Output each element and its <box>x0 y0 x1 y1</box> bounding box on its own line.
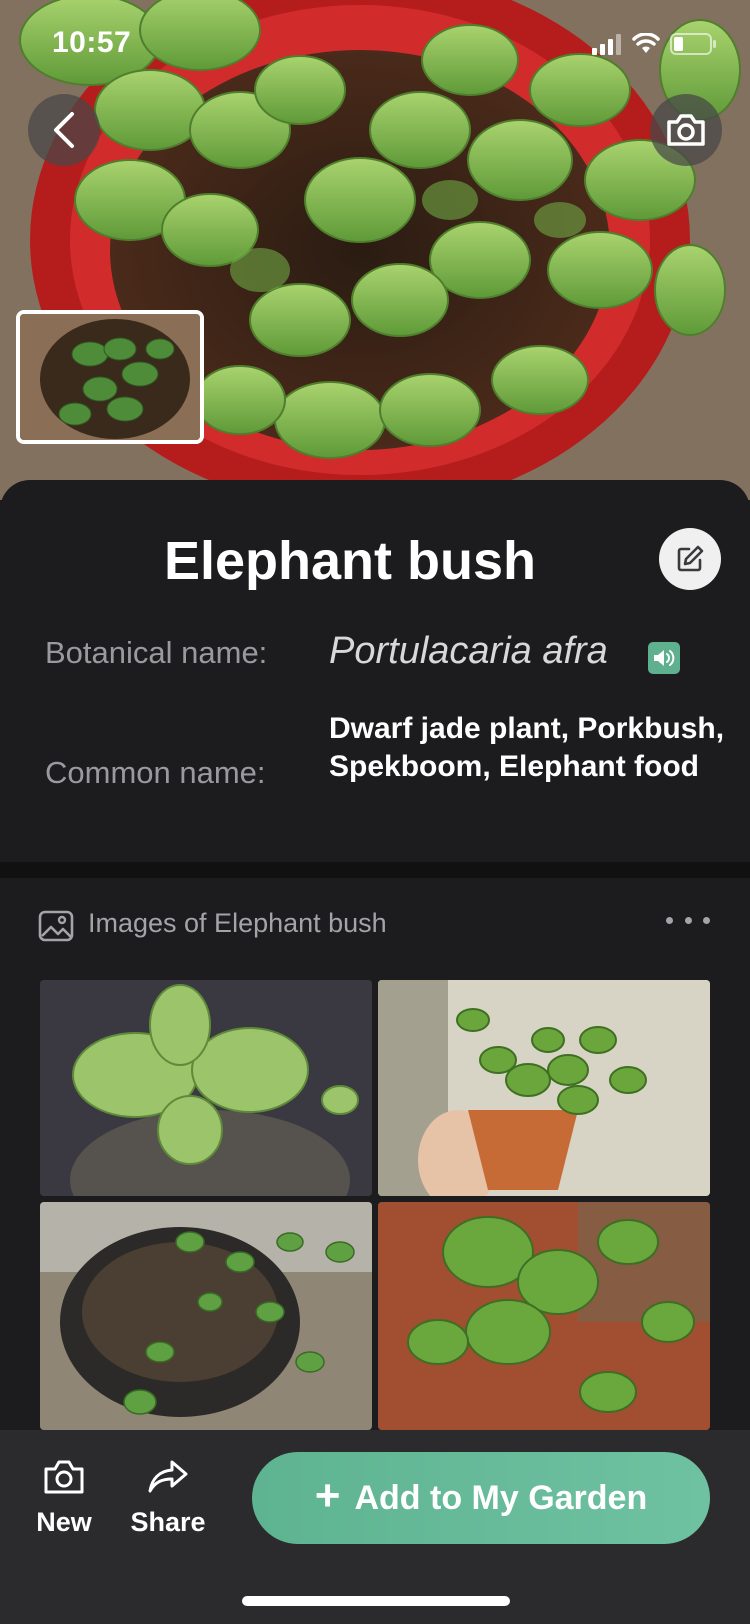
images-section-title: Images of Elephant bush <box>88 908 387 938</box>
plant-image-2-art <box>378 980 710 1196</box>
more-dot <box>684 916 692 924</box>
share-icon <box>148 1460 188 1493</box>
plant-image-1[interactable] <box>40 980 372 1196</box>
add-to-garden-label: Add to My Garden <box>354 1478 648 1517</box>
plant-image-2[interactable] <box>378 980 710 1196</box>
thumbnail-image <box>20 314 200 440</box>
photo-thumbnail[interactable] <box>16 310 204 444</box>
images-section: Images of Elephant bush <box>0 878 750 1430</box>
common-name-label: Common name: <box>45 755 266 790</box>
chevron-left-icon <box>54 112 74 148</box>
speaker-icon <box>654 650 675 666</box>
status-time: 10:57 <box>52 26 132 59</box>
plant-image-4-art <box>378 1202 710 1430</box>
battery-icon <box>670 33 716 55</box>
plant-info-sheet: Elephant bush Botanical name: Portulacar… <box>0 480 750 862</box>
botanical-name-value: Portulacaria afra <box>329 630 608 672</box>
plant-image-3-art <box>40 1202 372 1430</box>
camera-icon <box>667 114 705 146</box>
image-icon <box>38 910 74 942</box>
back-button[interactable] <box>28 94 100 166</box>
status-icons <box>592 30 716 58</box>
signal-icon <box>592 34 621 55</box>
home-indicator[interactable] <box>242 1596 510 1606</box>
new-scan-button[interactable]: New <box>14 1458 114 1538</box>
edit-icon <box>677 545 704 572</box>
new-label: New <box>36 1507 92 1537</box>
more-horizontal-icon <box>666 916 673 924</box>
status-bar: 10:57 <box>0 0 750 88</box>
more-dot <box>703 916 710 924</box>
share-label: Share <box>130 1507 206 1537</box>
plant-image-1-art <box>40 980 372 1196</box>
plant-image-4[interactable] <box>378 1202 710 1430</box>
share-button[interactable]: Share <box>118 1458 218 1538</box>
add-to-garden-button[interactable]: + Add to My Garden <box>252 1452 710 1544</box>
section-divider <box>0 862 750 878</box>
plant-image-3[interactable] <box>40 1202 372 1430</box>
plus-icon: + <box>314 1471 341 1520</box>
plant-title: Elephant bush <box>163 531 536 591</box>
botanical-name-label: Botanical name: <box>45 635 268 670</box>
wifi-icon <box>632 33 660 53</box>
bottom-action-bar: New Share + Add to My Garden <box>0 1430 750 1624</box>
pronounce-button[interactable] <box>648 642 680 674</box>
edit-button[interactable] <box>659 528 721 590</box>
retake-photo-button[interactable] <box>650 94 722 166</box>
camera-icon <box>44 1460 84 1494</box>
more-options-button[interactable] <box>666 912 710 928</box>
common-name-value: Dwarf jade plant, Porkbush, Spekboom, El… <box>329 712 725 783</box>
